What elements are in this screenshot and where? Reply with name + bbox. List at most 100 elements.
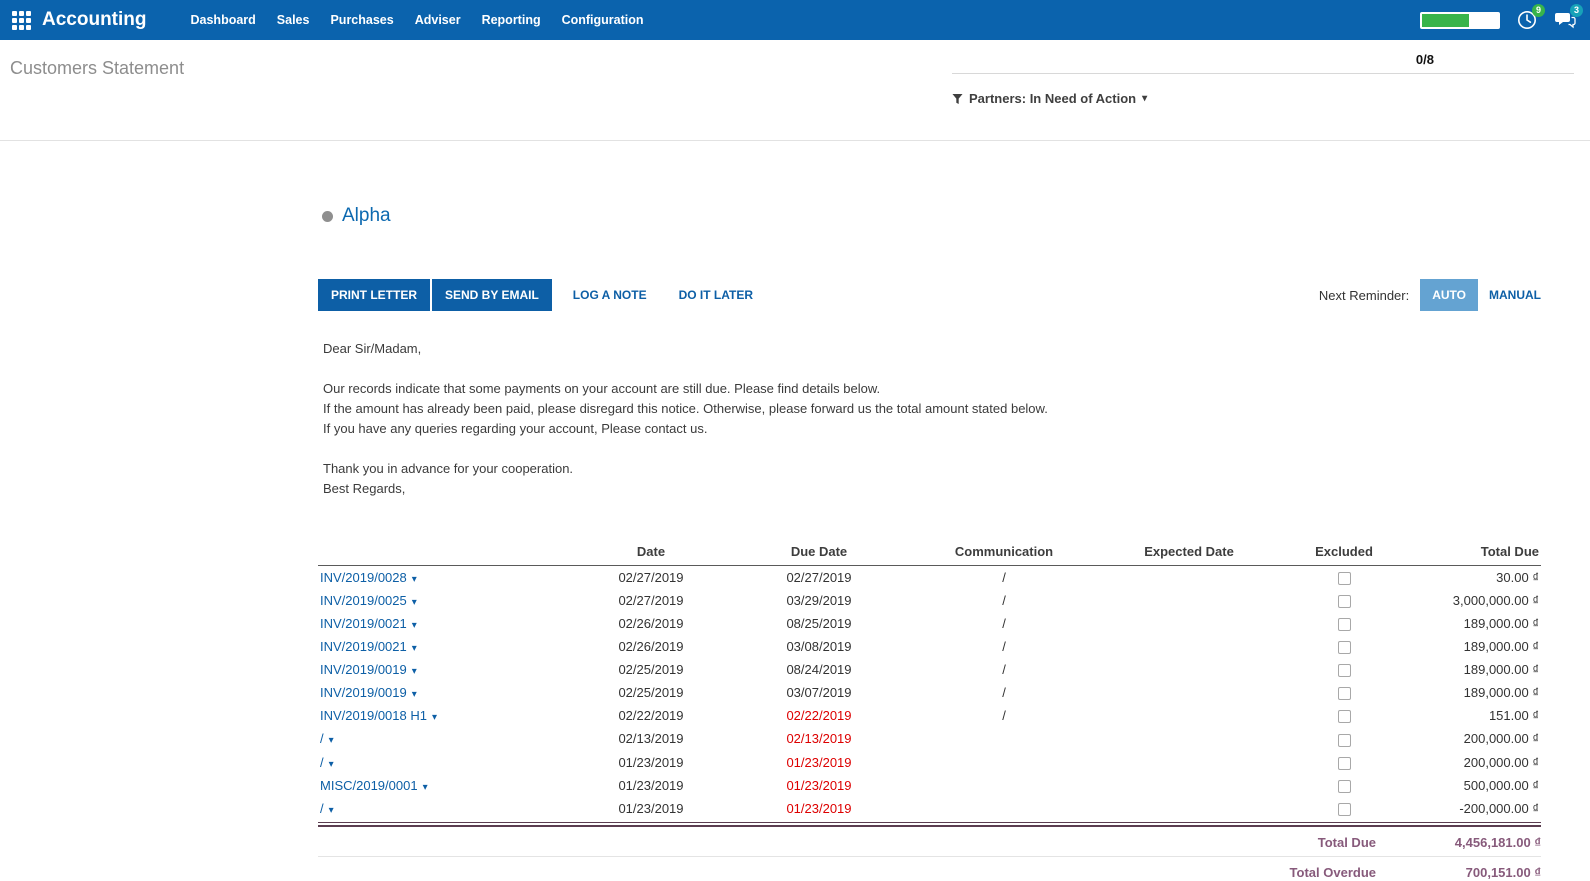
entry-due-date: 03/29/2019 <box>734 589 904 612</box>
excluded-checkbox[interactable] <box>1338 572 1351 585</box>
entry-name-cell: INV/2019/0019 ▾ <box>318 658 568 681</box>
usage-progress-widget[interactable] <box>1420 12 1500 29</box>
do-it-later-button[interactable]: DO IT LATER <box>666 279 766 311</box>
chevron-down-icon[interactable]: ▾ <box>329 759 334 770</box>
entry-link[interactable]: / <box>320 731 324 746</box>
excluded-checkbox[interactable] <box>1338 710 1351 723</box>
entry-communication: / <box>904 704 1104 727</box>
entry-link[interactable]: INV/2019/0025 <box>320 593 407 608</box>
chevron-down-icon[interactable]: ▾ <box>329 805 334 816</box>
entry-expected-date <box>1104 658 1274 681</box>
entry-link[interactable]: INV/2019/0021 <box>320 639 407 654</box>
excluded-checkbox[interactable] <box>1338 595 1351 608</box>
reminder-auto-button[interactable]: AUTO <box>1420 279 1478 311</box>
column-header-date: Date <box>568 539 734 566</box>
menu-configuration[interactable]: Configuration <box>562 13 644 27</box>
entry-excluded-cell <box>1274 681 1414 704</box>
chevron-down-icon[interactable]: ▾ <box>432 712 437 723</box>
entry-total-due: 500,000.00 ₫ <box>1414 774 1541 797</box>
entry-total-due: 189,000.00 ₫ <box>1414 612 1541 635</box>
chevron-down-icon[interactable]: ▾ <box>1142 93 1147 104</box>
chevron-down-icon[interactable]: ▾ <box>412 666 417 677</box>
entry-link[interactable]: INV/2019/0028 <box>320 570 407 585</box>
entry-excluded-cell <box>1274 727 1414 750</box>
messages-badge: 3 <box>1570 4 1583 17</box>
action-toolbar: PRINT LETTER SEND BY EMAIL LOG A NOTE DO… <box>318 279 1541 311</box>
column-header-expected-date: Expected Date <box>1104 539 1274 566</box>
send-by-email-button[interactable]: SEND BY EMAIL <box>432 279 552 311</box>
messages-button[interactable]: 3 <box>1554 9 1576 31</box>
total-overdue-label: Total Overdue <box>1290 865 1376 880</box>
menu-reporting[interactable]: Reporting <box>482 13 541 27</box>
excluded-checkbox[interactable] <box>1338 734 1351 747</box>
statement-table: Date Due Date Communication Expected Dat… <box>318 539 1541 820</box>
excluded-checkbox[interactable] <box>1338 803 1351 816</box>
entry-link[interactable]: INV/2019/0019 <box>320 662 407 677</box>
progress-fill <box>1422 14 1469 27</box>
entry-name-cell: /▾ <box>318 797 568 820</box>
activities-button[interactable]: 9 <box>1516 9 1538 31</box>
entry-name-cell: INV/2019/0021 ▾ <box>318 612 568 635</box>
record-pager[interactable]: 0/8 <box>1416 52 1434 67</box>
entry-link[interactable]: MISC/2019/0001 <box>320 778 418 793</box>
excluded-checkbox[interactable] <box>1338 618 1351 631</box>
entry-total-due: 189,000.00 ₫ <box>1414 658 1541 681</box>
chevron-down-icon[interactable]: ▾ <box>412 574 417 585</box>
entry-excluded-cell <box>1274 751 1414 774</box>
app-name[interactable]: Accounting <box>42 9 147 31</box>
log-a-note-button[interactable]: LOG A NOTE <box>560 279 660 311</box>
print-letter-button[interactable]: PRINT LETTER <box>318 279 430 311</box>
entry-due-date: 08/25/2019 <box>734 612 904 635</box>
chevron-down-icon[interactable]: ▾ <box>412 689 417 700</box>
excluded-checkbox[interactable] <box>1338 757 1351 770</box>
menu-purchases[interactable]: Purchases <box>330 13 393 27</box>
filter-facet[interactable]: Partners: In Need of Action ▾ <box>952 91 1147 106</box>
partner-name-link[interactable]: Alpha <box>342 205 391 227</box>
breadcrumb: Customers Statement <box>10 40 184 140</box>
column-header-total-due: Total Due <box>1414 539 1541 566</box>
entry-excluded-cell <box>1274 704 1414 727</box>
excluded-checkbox[interactable] <box>1338 664 1351 677</box>
chevron-down-icon[interactable]: ▾ <box>423 782 428 793</box>
next-reminder-label: Next Reminder: <box>1319 288 1409 303</box>
apps-grid-icon[interactable] <box>12 11 31 30</box>
chevron-down-icon[interactable]: ▾ <box>329 735 334 746</box>
chevron-down-icon[interactable]: ▾ <box>412 597 417 608</box>
customer-statement-sheet: Alpha PRINT LETTER SEND BY EMAIL LOG A N… <box>318 141 1541 881</box>
entry-expected-date <box>1104 774 1274 797</box>
entry-communication: / <box>904 681 1104 704</box>
excluded-checkbox[interactable] <box>1338 687 1351 700</box>
entry-date: 01/23/2019 <box>568 751 734 774</box>
entry-date: 02/27/2019 <box>568 589 734 612</box>
chevron-down-icon[interactable]: ▾ <box>412 620 417 631</box>
entry-total-due: 30.00 ₫ <box>1414 566 1541 590</box>
entry-name-cell: INV/2019/0018 H1 ▾ <box>318 704 568 727</box>
entry-link[interactable]: / <box>320 801 324 816</box>
reminder-manual-button[interactable]: MANUAL <box>1489 288 1541 302</box>
chevron-down-icon[interactable]: ▾ <box>412 643 417 654</box>
entry-link[interactable]: INV/2019/0021 <box>320 616 407 631</box>
excluded-checkbox[interactable] <box>1338 780 1351 793</box>
entry-expected-date <box>1104 704 1274 727</box>
entry-link[interactable]: INV/2019/0018 H1 <box>320 708 427 723</box>
entry-due-date: 01/23/2019 <box>734 751 904 774</box>
activities-badge: 9 <box>1532 4 1545 17</box>
menu-sales[interactable]: Sales <box>277 13 310 27</box>
entry-total-due: 200,000.00 ₫ <box>1414 751 1541 774</box>
entry-link[interactable]: INV/2019/0019 <box>320 685 407 700</box>
entry-communication: / <box>904 589 1104 612</box>
entry-total-due: -200,000.00 ₫ <box>1414 797 1541 820</box>
entry-link[interactable]: / <box>320 755 324 770</box>
entry-expected-date <box>1104 589 1274 612</box>
entry-excluded-cell <box>1274 658 1414 681</box>
menu-dashboard[interactable]: Dashboard <box>191 13 256 27</box>
menu-adviser[interactable]: Adviser <box>415 13 461 27</box>
letter-line: If you have any queries regarding your a… <box>323 419 1541 439</box>
column-header-due-date: Due Date <box>734 539 904 566</box>
search-input[interactable]: 0/8 <box>952 48 1574 74</box>
entry-date: 02/25/2019 <box>568 681 734 704</box>
column-header-communication: Communication <box>904 539 1104 566</box>
excluded-checkbox[interactable] <box>1338 641 1351 654</box>
table-row: /▾01/23/201901/23/2019-200,000.00 ₫ <box>318 797 1541 820</box>
entry-name-cell: INV/2019/0028 ▾ <box>318 566 568 590</box>
